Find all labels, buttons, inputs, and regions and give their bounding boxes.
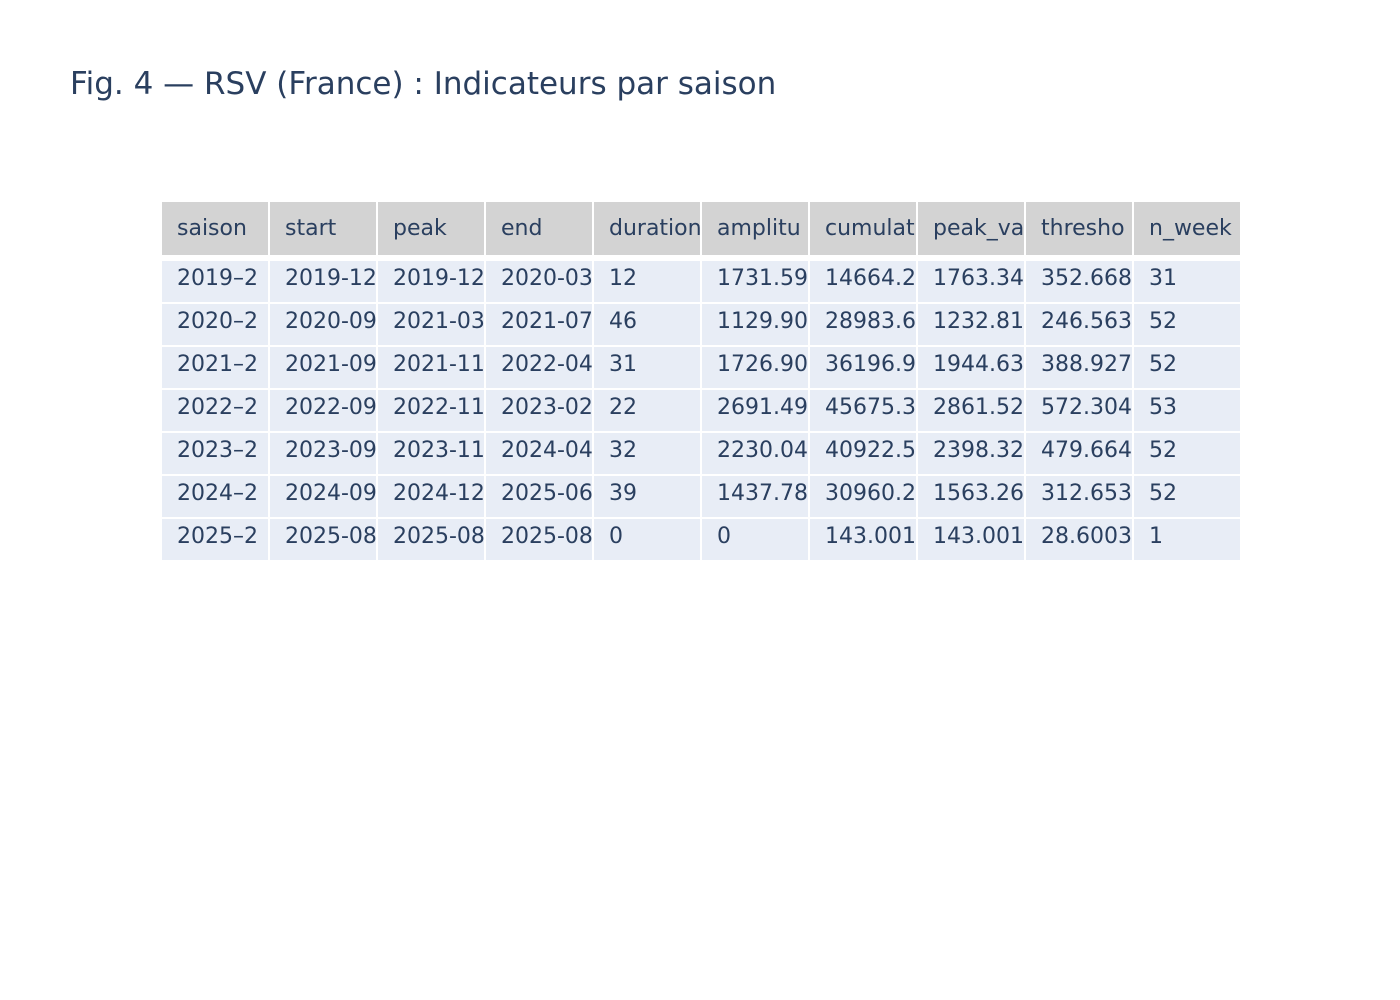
column-header-duration: duration (592, 200, 702, 257)
table-cell-threshold: 388.927 (1024, 345, 1134, 390)
table-cell-cumulative: 143.001 (808, 517, 918, 562)
table-cell-amplitude: 2230.04 (700, 431, 810, 476)
table-cell-start: 2021-09 (268, 345, 378, 390)
table-cell-duration: 46 (592, 302, 702, 347)
table-cell-end: 2020-03 (484, 259, 594, 304)
table-cell-duration: 39 (592, 474, 702, 519)
table-cell-saison: 2024–2 (160, 474, 270, 519)
table-cell-threshold: 572.304 (1024, 388, 1134, 433)
table-cell-n_weeks: 52 (1132, 474, 1242, 519)
table-cell-cumulative: 36196.9 (808, 345, 918, 390)
table-cell-peak: 2023-11 (376, 431, 486, 476)
table-cell-cumulative: 45675.3 (808, 388, 918, 433)
table-cell-n_weeks: 52 (1132, 431, 1242, 476)
table-cell-end: 2021-07 (484, 302, 594, 347)
table-cell-cumulative: 40922.5 (808, 431, 918, 476)
column-header-amplitude: amplitu (700, 200, 810, 257)
table-cell-cumulative: 30960.2 (808, 474, 918, 519)
column-header-cumulative: cumulat (808, 200, 918, 257)
table-cell-amplitude: 1726.90 (700, 345, 810, 390)
table-cell-saison: 2023–2 (160, 431, 270, 476)
table-cell-cumulative: 28983.6 (808, 302, 918, 347)
table-row: 2020–2 2020-09 2021-03 2021-07 46 1129.90 2898… (160, 302, 1242, 347)
column-header-end: end (484, 200, 594, 257)
column-header-peak_value: peak_va (916, 200, 1026, 257)
table-cell-saison: 2019–2 (160, 259, 270, 304)
table-cell-threshold: 352.668 (1024, 259, 1134, 304)
table-cell-peak: 2024-12 (376, 474, 486, 519)
table-cell-end: 2023-02 (484, 388, 594, 433)
table-cell-duration: 12 (592, 259, 702, 304)
table-cell-n_weeks: 1 (1132, 517, 1242, 562)
table-cell-start: 2022-09 (268, 388, 378, 433)
table-cell-duration: 0 (592, 517, 702, 562)
table-cell-start: 2020-09 (268, 302, 378, 347)
column-header-n_weeks: n_week (1132, 200, 1242, 257)
table-cell-start: 2019-12 (268, 259, 378, 304)
table-cell-end: 2022-04 (484, 345, 594, 390)
table-cell-saison: 2021–2 (160, 345, 270, 390)
table-row: 2025–2 2025-08 2025-08 2025-08 0 0 143.001 143.… (160, 517, 1242, 562)
table-cell-duration: 22 (592, 388, 702, 433)
table-cell-peak_value: 1232.81 (916, 302, 1026, 347)
table-row: 2022–2 2022-09 2022-11 2023-02 22 2691.49 4567… (160, 388, 1242, 433)
table-cell-peak_value: 2861.52 (916, 388, 1026, 433)
table-header-row: saison start peak end duration amplitu cumulat… (160, 200, 1242, 257)
table-cell-n_weeks: 52 (1132, 302, 1242, 347)
table-cell-end: 2025-08 (484, 517, 594, 562)
table-cell-n_weeks: 52 (1132, 345, 1242, 390)
column-header-saison: saison (160, 200, 270, 257)
table-cell-duration: 32 (592, 431, 702, 476)
table-cell-peak_value: 1563.26 (916, 474, 1026, 519)
table-cell-amplitude: 1731.59 (700, 259, 810, 304)
table-row: 2024–2 2024-09 2024-12 2025-06 39 1437.78 3096… (160, 474, 1242, 519)
table-cell-peak_value: 2398.32 (916, 431, 1026, 476)
table-cell-end: 2024-04 (484, 431, 594, 476)
table-cell-amplitude: 1129.90 (700, 302, 810, 347)
table-cell-peak: 2021-03 (376, 302, 486, 347)
table-cell-cumulative: 14664.2 (808, 259, 918, 304)
table-cell-threshold: 312.653 (1024, 474, 1134, 519)
table-cell-saison: 2020–2 (160, 302, 270, 347)
table-cell-peak: 2025-08 (376, 517, 486, 562)
indicator-table: saison start peak end duration amplitu cumulat… (160, 200, 1242, 562)
table-row: 2019–2 2019-12 2019-12 2020-03 12 1731.59 1466… (160, 259, 1242, 304)
table-cell-peak: 2022-11 (376, 388, 486, 433)
table-cell-amplitude: 1437.78 (700, 474, 810, 519)
table-cell-peak_value: 1763.34 (916, 259, 1026, 304)
table-cell-threshold: 479.664 (1024, 431, 1134, 476)
table-cell-duration: 31 (592, 345, 702, 390)
indicator-table-container: saison start peak end duration amplitu cumulat… (160, 200, 1242, 562)
table-cell-start: 2025-08 (268, 517, 378, 562)
table-body: 2019–2 2019-12 2019-12 2020-03 12 1731.59 1466… (160, 256, 1242, 562)
table-cell-saison: 2022–2 (160, 388, 270, 433)
table-cell-start: 2023-09 (268, 431, 378, 476)
table-cell-peak: 2019-12 (376, 259, 486, 304)
table-row: 2021–2 2021-09 2021-11 2022-04 31 1726.90 3619… (160, 345, 1242, 390)
table-cell-n_weeks: 53 (1132, 388, 1242, 433)
chart-title: Fig. 4 — RSV (France) : Indicateurs par … (70, 66, 777, 102)
column-header-threshold: thresho (1024, 200, 1134, 257)
table-cell-end: 2025-06 (484, 474, 594, 519)
table-cell-peak_value: 143.001 (916, 517, 1026, 562)
column-header-start: start (268, 200, 378, 257)
table-cell-threshold: 28.6003 (1024, 517, 1134, 562)
table-cell-saison: 2025–2 (160, 517, 270, 562)
table-cell-peak_value: 1944.63 (916, 345, 1026, 390)
table-cell-amplitude: 2691.49 (700, 388, 810, 433)
table-cell-threshold: 246.563 (1024, 302, 1134, 347)
table-cell-amplitude: 0 (700, 517, 810, 562)
table-cell-peak: 2021-11 (376, 345, 486, 390)
table-cell-start: 2024-09 (268, 474, 378, 519)
column-header-peak: peak (376, 200, 486, 257)
table-cell-n_weeks: 31 (1132, 259, 1242, 304)
table-row: 2023–2 2023-09 2023-11 2024-04 32 2230.04 4092… (160, 431, 1242, 476)
